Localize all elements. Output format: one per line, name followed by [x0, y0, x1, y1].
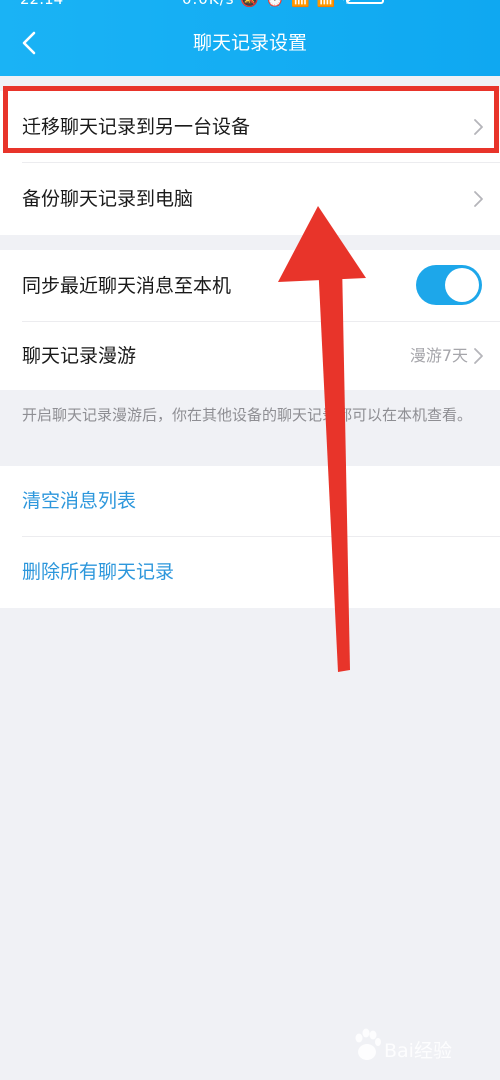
watermark-text: Bai经验: [384, 1040, 452, 1062]
baidu-jingyan-watermark: Bai经验: [352, 1028, 482, 1068]
annotation-arrow: [278, 206, 366, 672]
paw-logo-icon: [355, 1028, 381, 1060]
annotation-arrow-shaft: [318, 262, 350, 672]
annotation-arrow-head: [278, 206, 366, 282]
